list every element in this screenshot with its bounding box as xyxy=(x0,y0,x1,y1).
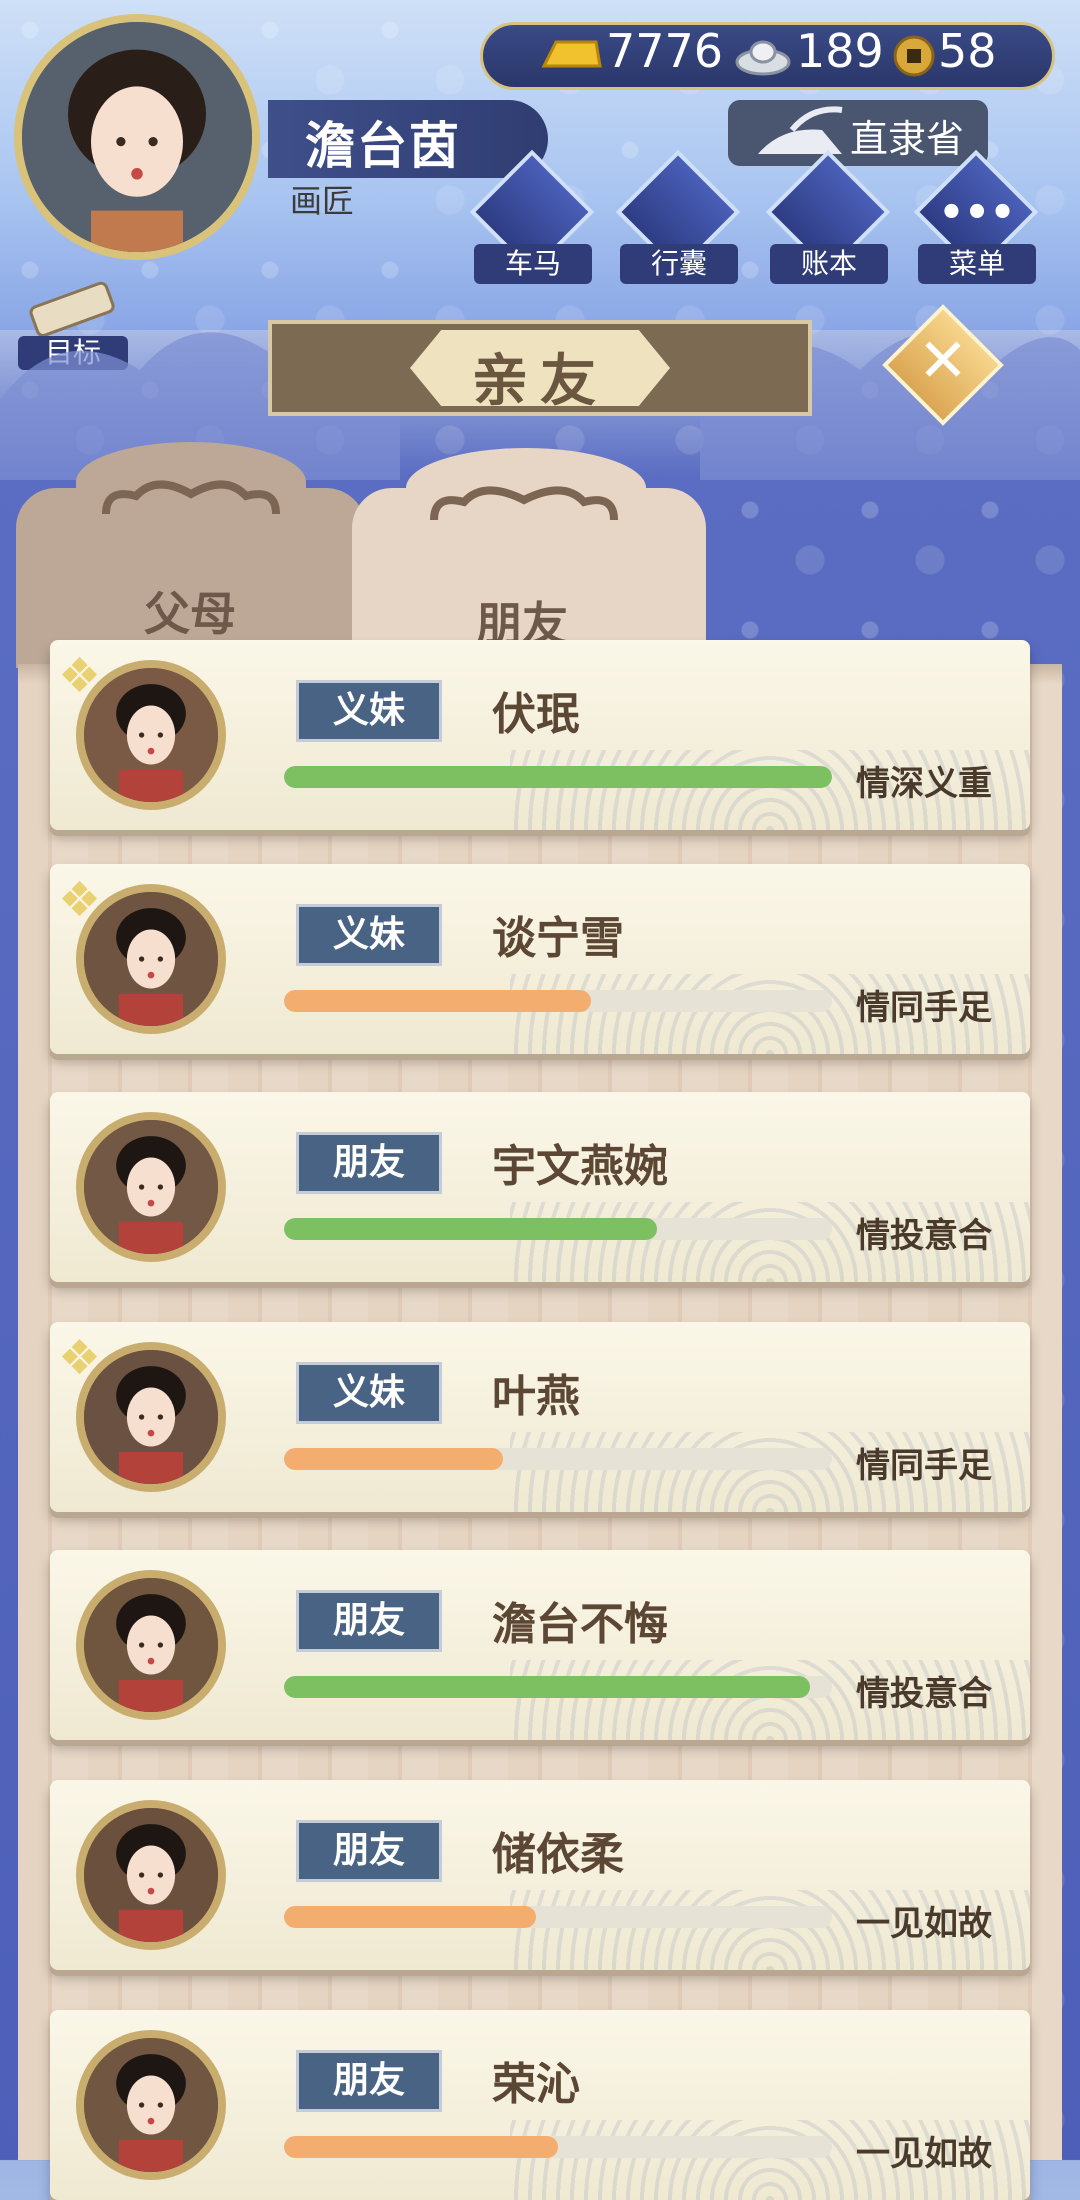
friend-portrait[interactable] xyxy=(76,1800,226,1950)
player-name: 澹台茵 xyxy=(305,117,461,175)
bond-status: 情投意合 xyxy=(856,1674,992,1714)
bond-bar-fill xyxy=(284,766,832,788)
bond-status: 一见如故 xyxy=(856,1904,992,1944)
friend-name: 宇文燕婉 xyxy=(492,1141,668,1192)
relation-tag: 朋友 xyxy=(296,2050,442,2112)
bond-bar-fill xyxy=(284,990,591,1012)
relation-tag: 朋友 xyxy=(296,1820,442,1882)
bond-bar xyxy=(284,1906,832,1928)
bond-status: 情同手足 xyxy=(856,988,992,1028)
avatar-face-icon xyxy=(22,22,252,252)
bond-bar-fill xyxy=(284,1448,504,1470)
sworn-knot-icon: ❖ xyxy=(58,872,102,928)
friend-name: 叶燕 xyxy=(492,1371,580,1422)
bond-bar-fill xyxy=(284,2136,558,2158)
player-avatar[interactable] xyxy=(14,14,260,260)
friend-portrait[interactable] xyxy=(76,1570,226,1720)
tab-parents-label: 父母 xyxy=(144,587,236,641)
friend-portrait[interactable] xyxy=(76,1112,226,1262)
friend-name: 澹台不悔 xyxy=(492,1599,668,1650)
cloud-ornament-icon xyxy=(430,486,618,521)
portrait-face-icon xyxy=(84,2038,218,2172)
bond-bar-fill xyxy=(284,1676,811,1698)
friend-card[interactable]: ❖ 义妹 叶燕 情同手足 xyxy=(50,1322,1030,1512)
ellipsis-icon: ••• xyxy=(938,190,1016,236)
friend-card[interactable]: 朋友 储依柔 一见如故 xyxy=(50,1780,1030,1970)
bond-bar xyxy=(284,1218,832,1240)
portrait-face-icon xyxy=(84,1120,218,1254)
portrait-face-icon xyxy=(84,1808,218,1942)
friend-name: 谈宁雪 xyxy=(492,913,624,964)
friend-name: 荣沁 xyxy=(492,2059,580,2110)
friend-card[interactable]: 朋友 荣沁 一见如故 xyxy=(50,2010,1030,2200)
bond-status: 情投意合 xyxy=(856,1216,992,1256)
relation-tag: 朋友 xyxy=(296,1132,442,1194)
gold-ingot-icon xyxy=(541,40,602,68)
bag-button[interactable]: 行囊 xyxy=(615,149,741,284)
relation-tag: 义妹 xyxy=(296,1362,442,1424)
relation-tag: 义妹 xyxy=(296,680,442,742)
friend-name: 伏珉 xyxy=(492,689,580,740)
gold-amount: 7776 xyxy=(606,24,724,78)
friend-card[interactable]: ❖ 义妹 谈宁雪 情同手足 xyxy=(50,864,1030,1054)
bond-bar xyxy=(284,1676,832,1698)
copper-coin-icon xyxy=(893,35,935,77)
friend-card[interactable]: 朋友 宇文燕婉 情投意合 xyxy=(50,1092,1030,1282)
player-title: 画匠 xyxy=(290,182,355,220)
bond-status: 一见如故 xyxy=(856,2134,992,2174)
carriage-button[interactable]: 车马 xyxy=(469,149,595,284)
friend-name: 储依柔 xyxy=(492,1829,624,1880)
friend-card[interactable]: ❖ 义妹 伏珉 情深义重 xyxy=(50,640,1030,830)
bond-bar xyxy=(284,990,832,1012)
bond-bar-fill xyxy=(284,1906,537,1928)
relation-tag: 义妹 xyxy=(296,904,442,966)
sworn-knot-icon: ❖ xyxy=(58,648,102,704)
main-menu-button[interactable]: ••• 菜单 xyxy=(913,149,1039,284)
friend-portrait[interactable] xyxy=(76,2030,226,2180)
bond-bar xyxy=(284,2136,832,2158)
relation-tag: 朋友 xyxy=(296,1590,442,1652)
bond-bar-fill xyxy=(284,1218,657,1240)
bond-bar xyxy=(284,766,832,788)
friend-card[interactable]: 朋友 澹台不悔 情投意合 xyxy=(50,1550,1030,1740)
close-icon: ✕ xyxy=(917,326,969,396)
sworn-knot-icon: ❖ xyxy=(58,1330,102,1386)
ledger-button[interactable]: 账本 xyxy=(765,149,891,284)
silver-amount: 189 xyxy=(796,24,884,78)
silver-ingot-icon xyxy=(735,40,791,76)
location-name: 直隶省 xyxy=(850,117,965,161)
bond-bar xyxy=(284,1448,832,1470)
portrait-face-icon xyxy=(84,1578,218,1712)
carriage-label: 车马 xyxy=(474,244,592,284)
coin-amount: 58 xyxy=(938,24,997,78)
ledger-label: 账本 xyxy=(770,244,888,284)
bond-status: 情深义重 xyxy=(856,764,992,804)
bag-label: 行囊 xyxy=(620,244,738,284)
main-menu-label: 菜单 xyxy=(918,244,1036,284)
page-title: 亲友 xyxy=(472,349,608,414)
bond-status: 情同手足 xyxy=(856,1446,992,1486)
cloud-ornament-icon xyxy=(102,480,280,515)
